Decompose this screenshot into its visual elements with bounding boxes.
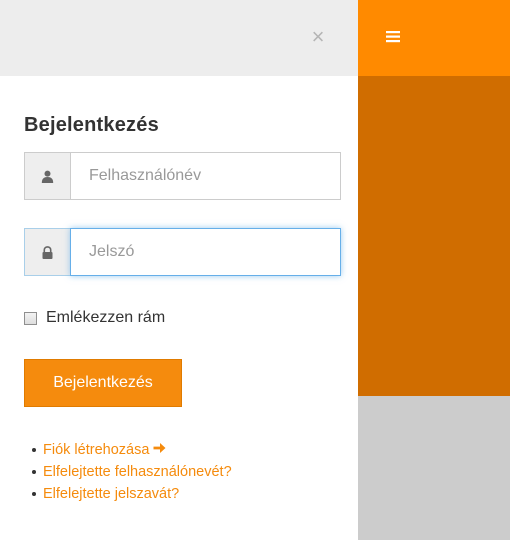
username-group [24,152,341,200]
bullet [32,448,36,452]
login-panel: × Bejelentkezés Emlé [0,0,358,540]
close-icon: × [311,24,325,49]
arrow-right-icon [153,442,166,458]
panel-header: × [0,0,358,76]
login-title: Bejelentkezés [24,114,159,136]
help-links: Fiók létrehozása Elfelejtette felhasznál… [32,439,232,505]
remember-checkbox[interactable] [24,311,37,325]
list-item: Elfelejtette jelszavát? [32,483,232,505]
password-group [24,228,341,276]
app-content-area [358,76,510,396]
login-button[interactable]: Bejelentkezés [24,359,182,407]
user-icon [24,152,70,200]
list-item: Fiók létrehozása [32,439,232,461]
bullet [32,470,36,474]
create-account-link[interactable]: Fiók létrehozása [43,442,166,458]
page: × Bejelentkezés Emlé [0,0,510,540]
app-content-lower [358,396,510,540]
username-input[interactable] [70,152,341,200]
hamburger-menu-icon[interactable] [386,30,402,44]
forgot-username-link[interactable]: Elfelejtette felhasználónevét? [43,464,232,480]
forgot-password-link[interactable]: Elfelejtette jelszavát? [43,486,179,502]
lock-icon [24,228,70,276]
app-header-bar [358,0,510,76]
remember-label: Emlékezzen rám [46,309,166,326]
bullet [32,492,36,496]
password-input[interactable] [70,228,341,276]
create-account-label: Fiók létrehozása [43,441,150,458]
close-button[interactable]: × [305,24,331,50]
list-item: Elfelejtette felhasználónevét? [32,461,232,483]
remember-me[interactable]: Emlékezzen rám [24,309,165,327]
